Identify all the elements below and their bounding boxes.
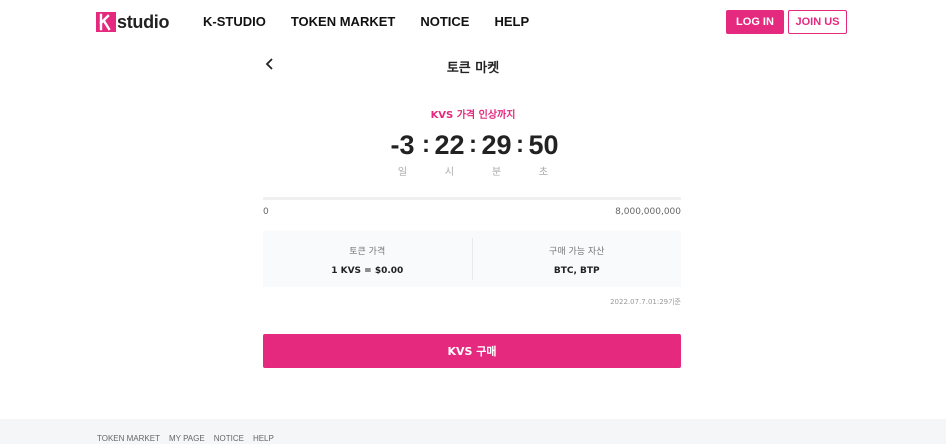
countdown-subtitle: KVS 가격 인상까지	[430, 110, 516, 121]
footer-link-token-market[interactable]: TOKEN MARKET	[97, 434, 160, 443]
footer-link-my-page[interactable]: MY PAGE	[169, 434, 205, 443]
seconds-label: 초	[538, 167, 549, 178]
token-info-box: 토큰 가격 1 KVS = $0.00 구매 가능 자산 BTC, BTP	[263, 231, 681, 287]
seconds-value: 50	[528, 130, 559, 160]
countdown-seconds: 50 초	[525, 130, 563, 178]
minutes-label: 분	[491, 167, 502, 178]
nav-item-notice[interactable]: NOTICE	[420, 14, 469, 29]
footer-link-notice[interactable]: NOTICE	[214, 434, 244, 443]
site-footer: TOKEN MARKET MY PAGE NOTICE HELP	[0, 419, 946, 444]
token-price-value: 1 KVS = $0.00	[331, 266, 404, 276]
reference-timestamp: 2022.07.7.01:29기준	[610, 298, 681, 306]
page-title: 토큰 마켓	[446, 61, 500, 76]
main-nav: K-STUDIO TOKEN MARKET NOTICE HELP	[203, 14, 529, 29]
countdown-hours: 22 시	[431, 130, 469, 178]
logo-k-icon	[99, 13, 111, 31]
nav-item-help[interactable]: HELP	[494, 14, 529, 29]
countdown-minutes: 29 분	[478, 130, 516, 178]
timer-separator: :	[516, 131, 524, 158]
hours-value: 22	[434, 130, 465, 160]
token-price-label: 토큰 가격	[349, 247, 386, 257]
available-assets-label: 구매 가능 자산	[549, 247, 605, 257]
footer-link-help[interactable]: HELP	[253, 434, 274, 443]
days-label: 일	[397, 167, 408, 178]
nav-item-token-market[interactable]: TOKEN MARKET	[291, 14, 395, 29]
progress-min-label: 0	[263, 207, 269, 217]
countdown-days: -3 일	[384, 130, 422, 178]
join-button[interactable]: JOIN US	[788, 10, 847, 34]
nav-item-k-studio[interactable]: K-STUDIO	[203, 14, 266, 29]
token-price-panel: 토큰 가격 1 KVS = $0.00	[263, 231, 472, 287]
footer-links: TOKEN MARKET MY PAGE NOTICE HELP	[97, 434, 274, 443]
site-header: studio K-STUDIO TOKEN MARKET NOTICE HELP…	[0, 0, 946, 44]
available-assets-value: BTC, BTP	[553, 266, 600, 276]
logo-k-mark	[96, 12, 116, 32]
kstudio-logo[interactable]: studio	[96, 11, 170, 33]
timer-separator: :	[469, 131, 477, 158]
available-assets-panel: 구매 가능 자산 BTC, BTP	[471, 238, 682, 280]
kvs-buy-button[interactable]: KVS 구매	[263, 334, 681, 368]
login-button[interactable]: LOG IN	[726, 10, 784, 34]
countdown-timer: -3 일 : 22 시 : 29 분 : 50 초	[0, 130, 946, 178]
days-value: -3	[390, 130, 415, 160]
timer-separator: :	[422, 131, 430, 158]
sale-progress-bar	[263, 197, 681, 200]
progress-max-label: 8,000,000,000	[615, 207, 681, 217]
hours-label: 시	[444, 167, 455, 178]
minutes-value: 29	[481, 130, 512, 160]
logo-text: studio	[117, 11, 170, 32]
